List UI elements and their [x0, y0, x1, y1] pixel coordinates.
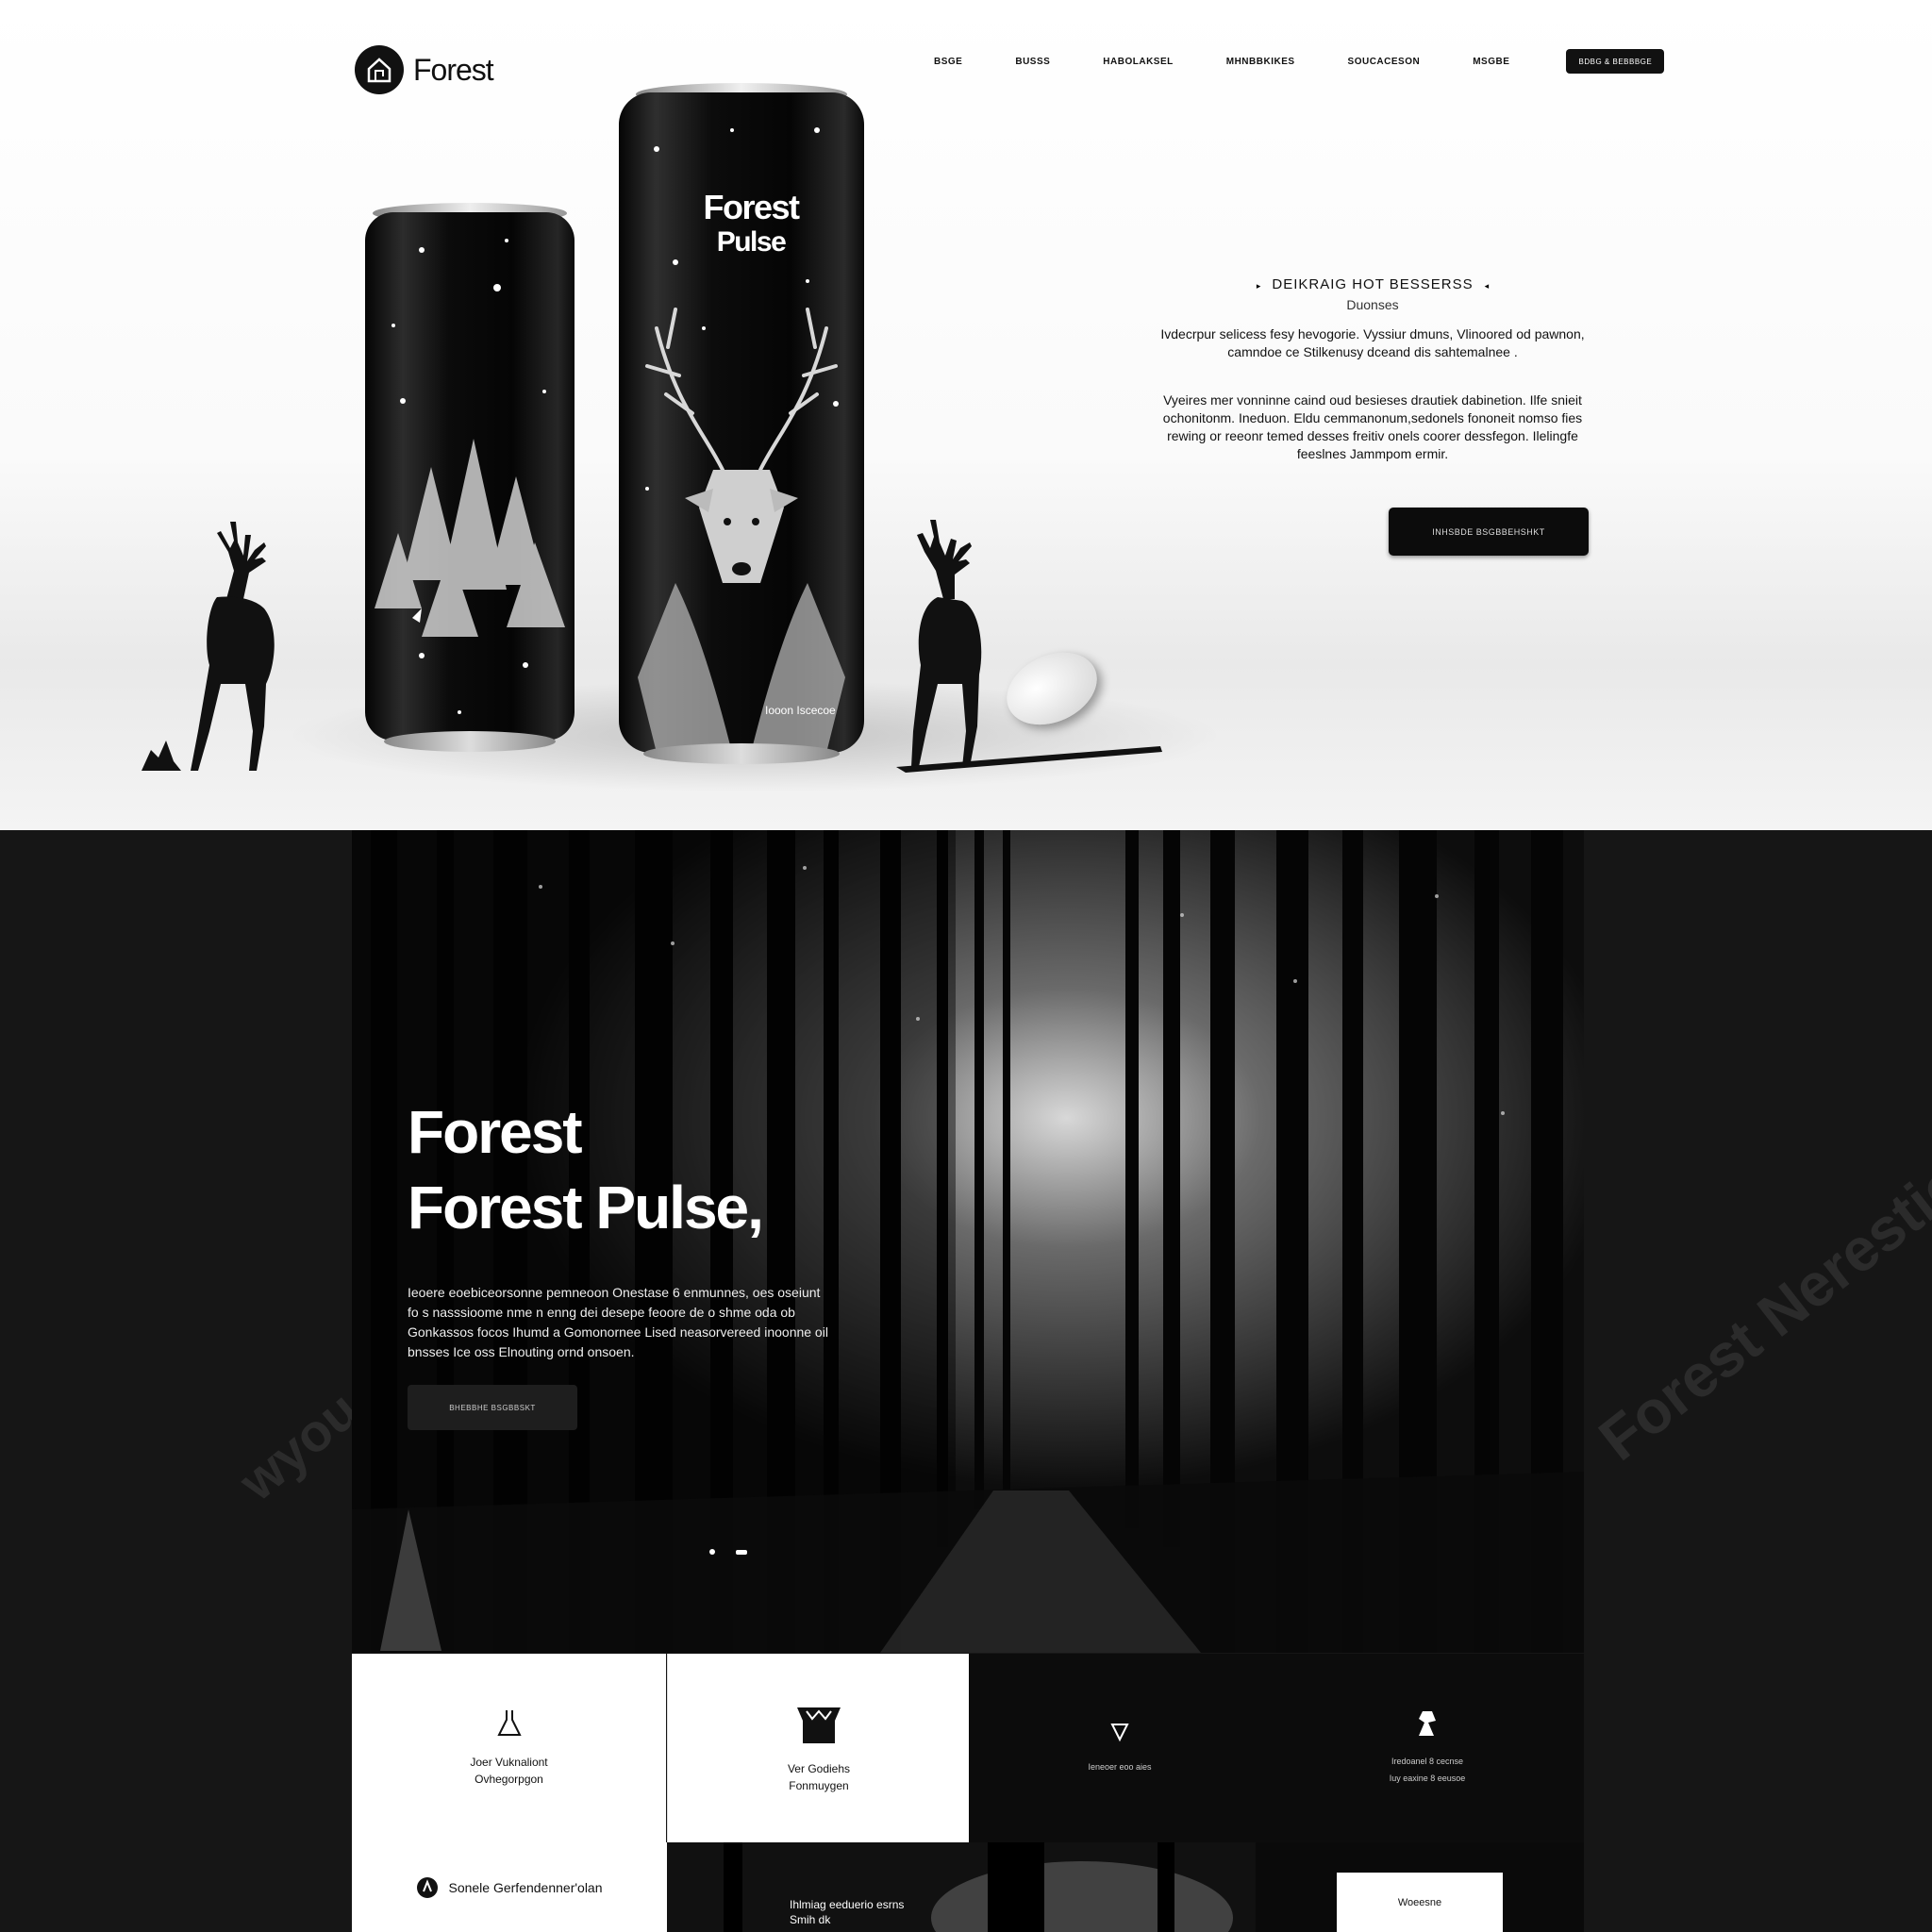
watermark-right: Forest Nerestion: [1586, 1124, 1932, 1474]
tagline-title-text: DEIKRAIG HOT BESSERSS: [1272, 276, 1474, 292]
can-icon: [797, 1707, 841, 1743]
bottom-left-label: Sonele Gerfendenner'olan: [448, 1879, 603, 1895]
feature-1-label: Joer Vuknaliont Ovhegorpgon: [470, 1756, 548, 1786]
feature-4-label: Iredoanel 8 cecnse Iuy eaxine 8 eeusoe: [1389, 1757, 1466, 1783]
deer-icon: [1419, 1711, 1436, 1736]
nav-item-3[interactable]: HABOLAKSEL: [1103, 57, 1173, 67]
feature-card-4[interactable]: Iredoanel 8 cecnse Iuy eaxine 8 eeusoe: [1271, 1654, 1584, 1842]
feature-2-label: Ver Godiehs Fonmuygen: [787, 1762, 851, 1792]
hero-tagline: ▸ DEIKRAIG HOT BESSERSS ◂ Duonses: [1160, 276, 1585, 312]
nav-item-5[interactable]: SOUCACESON: [1348, 57, 1421, 67]
bottom-left-card[interactable]: Sonele Gerfendenner'olan: [352, 1842, 667, 1932]
nav-item-6[interactable]: MSGBE: [1473, 57, 1509, 67]
carousel-dots: [709, 1549, 747, 1555]
tagline-sub: Duonses: [1346, 297, 1399, 312]
can-small-text: Iooon Iscecoe: [765, 704, 836, 717]
feature-card-3[interactable]: Ieneoer eoo aies: [969, 1654, 1271, 1842]
nav-item-2[interactable]: BUSSS: [1015, 57, 1050, 67]
arrow-right-icon: ▸: [1256, 281, 1261, 291]
bottom-mid-text: Ihlmiag eeduerio esrns Smih dk: [790, 1898, 905, 1926]
top-nav: BSGE BUSSS HABOLAKSEL MHNBBKIKES SOUCACE…: [934, 49, 1665, 74]
feature-card-1[interactable]: Joer Vuknaliont Ovhegorpgon: [352, 1654, 666, 1842]
product-can-large: Forest Pulse Iooon Iscecoe: [619, 83, 864, 764]
hero-description-2: Vyeires mer vonninne caind oud besieses …: [1162, 392, 1583, 461]
forest-heading: Forest Forest Pulse,: [408, 1094, 832, 1245]
nav-item-1[interactable]: BSGE: [934, 57, 962, 67]
deer-silhouette-left-icon: [142, 522, 275, 771]
hero-cta-button[interactable]: INHSBDE BSGBBEHSHKT: [1389, 508, 1589, 556]
logo-mark-icon: [355, 45, 404, 94]
forest-heading-2: Forest Pulse,: [408, 1174, 764, 1241]
feature-card-2[interactable]: Ver Godiehs Fonmuygen: [667, 1654, 970, 1842]
can-forest-art-icon: [375, 239, 565, 714]
can-brand-top: Forest: [703, 188, 800, 226]
hero-section: Forest BSGE BUSSS HABOLAKSEL MHNBBKIKES …: [0, 0, 1932, 830]
can-brand-bottom: Pulse: [716, 226, 787, 258]
bottom-forest-photo[interactable]: Ihlmiag eeduerio esrns Smih dk: [667, 1842, 1256, 1932]
carousel-dot-1[interactable]: [709, 1549, 715, 1555]
arrow-left-icon: ◂: [1484, 281, 1490, 291]
tagline-title: ▸ DEIKRAIG HOT BESSERSS ◂: [1160, 276, 1585, 293]
forest-cta-button[interactable]: BHEBBHE BSGBBSKT: [408, 1385, 577, 1430]
deer-silhouette-right-icon: [896, 520, 1162, 773]
nav-cta-button[interactable]: BDBG & BEBBBGE: [1566, 49, 1665, 74]
brand-logo[interactable]: Forest: [355, 45, 494, 94]
forest-copy: Forest Forest Pulse, Ieoere eoebiceorson…: [408, 1094, 832, 1362]
hero-description-1: Ivdecrpur selicess fesy hevogorie. Vyssi…: [1160, 326, 1585, 359]
logo-text: Forest: [413, 52, 494, 87]
badge-icon: [417, 1876, 439, 1898]
feature-3-label: Ieneoer eoo aies: [1088, 1762, 1152, 1772]
carousel-dot-2[interactable]: [736, 1549, 747, 1555]
flask-icon: [496, 1710, 522, 1736]
shield-icon: [1110, 1724, 1129, 1742]
forest-paragraph: Ieoere eoebiceorsonne pemneoon Onestase …: [408, 1285, 828, 1359]
bottom-right-box[interactable]: Woeesne: [1337, 1873, 1503, 1932]
bottom-forest-image: [667, 1842, 1256, 1932]
product-can-small: [365, 203, 575, 755]
watermark-left: wyou: [227, 1379, 370, 1512]
nav-item-4[interactable]: MHNBBKIKES: [1226, 57, 1295, 67]
forest-heading-1: Forest: [408, 1098, 583, 1166]
